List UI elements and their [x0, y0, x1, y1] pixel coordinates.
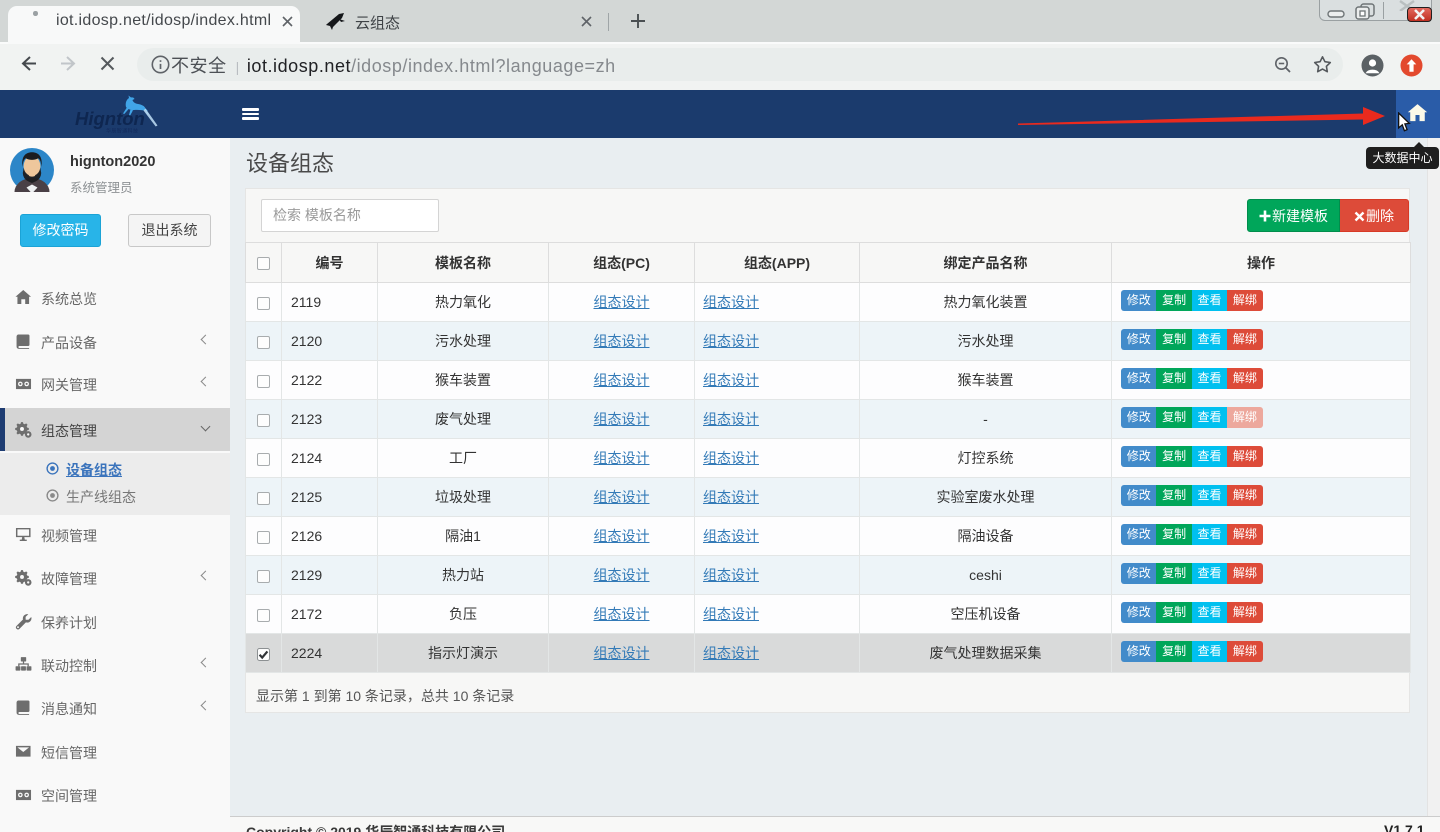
svg-text:Hignton: Hignton: [75, 108, 145, 129]
svg-text:华辰智通科技: 华辰智通科技: [106, 128, 138, 135]
